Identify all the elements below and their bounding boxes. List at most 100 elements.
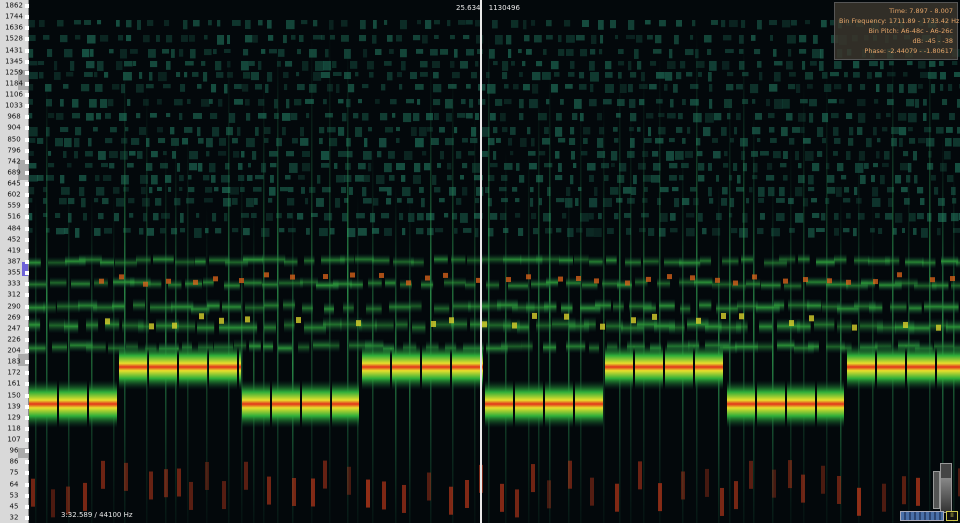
harmonic-speck bbox=[174, 99, 183, 106]
harmonic-band bbox=[323, 316, 342, 333]
harmonic-speck bbox=[420, 72, 428, 77]
harmonic-speck bbox=[586, 228, 594, 237]
corner-toggle-button[interactable]: II bbox=[946, 511, 958, 521]
harmonic-band bbox=[890, 300, 907, 315]
harmonic-speck bbox=[447, 163, 452, 170]
harmonic-speck bbox=[396, 138, 400, 143]
harmonic-speck bbox=[833, 127, 839, 136]
harmonic-speck bbox=[556, 198, 565, 203]
harmonic-speck bbox=[203, 72, 208, 82]
onset-strike bbox=[753, 109, 755, 523]
harmonic-speck bbox=[79, 187, 85, 197]
harmonic-speck bbox=[323, 99, 327, 105]
playhead-line[interactable] bbox=[480, 0, 482, 523]
fundamental-note bbox=[179, 344, 207, 390]
harmonic-speck bbox=[252, 151, 257, 160]
low-frequency-energy bbox=[500, 483, 504, 512]
harmonic-speck bbox=[527, 127, 531, 135]
harmonic-speck bbox=[746, 198, 750, 204]
harmonic-band bbox=[798, 253, 810, 266]
harmonic-speck bbox=[286, 99, 290, 109]
harmonic-speck bbox=[74, 138, 80, 148]
harmonic-speck bbox=[193, 20, 200, 27]
harmonic-speck bbox=[387, 72, 393, 81]
frequency-tick-label: 53 bbox=[9, 491, 19, 500]
spectrogram-view[interactable]: 25.634 1130496 3:32.589 / 44100 Hz bbox=[29, 0, 960, 523]
harmonic-speck bbox=[439, 127, 445, 133]
harmonic-band bbox=[343, 300, 354, 315]
harmonic-speck bbox=[844, 187, 850, 193]
low-frequency-energy bbox=[515, 489, 519, 518]
harmonic-speck bbox=[915, 99, 920, 108]
harmonic-speck bbox=[321, 72, 330, 78]
harmonic-speck bbox=[188, 175, 192, 180]
harmonic-speck bbox=[435, 228, 444, 233]
onset-strike bbox=[165, 150, 167, 523]
timeline-scroll-icon[interactable] bbox=[900, 511, 944, 521]
harmonic-band bbox=[29, 278, 47, 291]
harmonic-speck bbox=[610, 20, 616, 29]
harmonic-speck bbox=[591, 35, 597, 45]
low-frequency-energy bbox=[749, 460, 753, 489]
harmonic-speck bbox=[454, 127, 458, 134]
harmonic-speck bbox=[776, 198, 785, 203]
harmonic-speck bbox=[839, 99, 845, 104]
harmonic-speck bbox=[536, 61, 543, 67]
harmonic-speck bbox=[422, 35, 428, 44]
frequency-tick-label: 139 bbox=[7, 402, 21, 411]
harmonic-speck bbox=[460, 61, 468, 69]
harmonic-speck bbox=[867, 72, 872, 79]
harmonic-speck bbox=[215, 228, 222, 234]
harmonic-speck bbox=[666, 151, 674, 161]
harmonic-speck bbox=[572, 113, 578, 120]
low-frequency-energy bbox=[83, 482, 87, 511]
harmonic-band bbox=[278, 341, 292, 356]
harmonic-speck bbox=[282, 113, 291, 121]
hot-spot bbox=[930, 277, 935, 283]
harmonic-speck bbox=[566, 35, 575, 43]
harmonic-band bbox=[302, 301, 313, 316]
harmonic-band bbox=[924, 299, 943, 314]
harmonic-speck bbox=[495, 35, 503, 45]
low-frequency-energy bbox=[837, 475, 841, 504]
frequency-tick-label: 968 bbox=[7, 112, 21, 121]
harmonic-speck bbox=[909, 213, 916, 222]
harmonic-speck bbox=[546, 99, 550, 105]
harmonic-speck bbox=[634, 49, 639, 59]
harmonic-band bbox=[877, 319, 897, 336]
harmonic-speck bbox=[248, 163, 252, 168]
harmonic-speck bbox=[558, 49, 565, 56]
harmonic-speck bbox=[269, 187, 276, 196]
harmonic-speck bbox=[779, 187, 785, 197]
harmonic-speck bbox=[817, 151, 823, 157]
harmonic-speck bbox=[869, 61, 878, 67]
harmonic-band bbox=[444, 276, 466, 289]
harmonic-speck bbox=[253, 35, 258, 43]
harmonic-speck bbox=[296, 72, 300, 77]
harmonic-speck bbox=[54, 72, 61, 80]
harmonic-speck bbox=[363, 198, 372, 204]
harmonic-speck bbox=[432, 61, 440, 69]
harmonic-band bbox=[625, 256, 641, 269]
harmonic-speck bbox=[81, 198, 86, 208]
onset-strike bbox=[329, 22, 331, 523]
frequency-axis[interactable]: 1862 1744 1636 1528 1431 1345 1259 1184 1106 1033… bbox=[0, 0, 29, 523]
harmonic-speck bbox=[204, 49, 212, 56]
harmonic-speck bbox=[708, 163, 712, 171]
harmonic-speck bbox=[665, 72, 673, 81]
harmonic-speck bbox=[923, 99, 927, 106]
harmonic-speck bbox=[615, 35, 619, 40]
harmonic-speck bbox=[430, 49, 438, 56]
harmonic-speck bbox=[918, 84, 923, 89]
harmonic-speck bbox=[515, 198, 520, 203]
harmonic-speck bbox=[166, 113, 171, 118]
harmonic-speck bbox=[457, 113, 466, 118]
harmonic-speck bbox=[362, 187, 367, 197]
harmonic-speck bbox=[698, 72, 702, 77]
harmonic-speck bbox=[789, 138, 795, 145]
harmonic-speck bbox=[390, 99, 397, 105]
frequency-tick-label: 333 bbox=[7, 279, 21, 288]
harmonic-speck bbox=[939, 61, 944, 66]
harmonic-speck bbox=[893, 228, 897, 235]
harmonic-speck bbox=[309, 84, 317, 93]
